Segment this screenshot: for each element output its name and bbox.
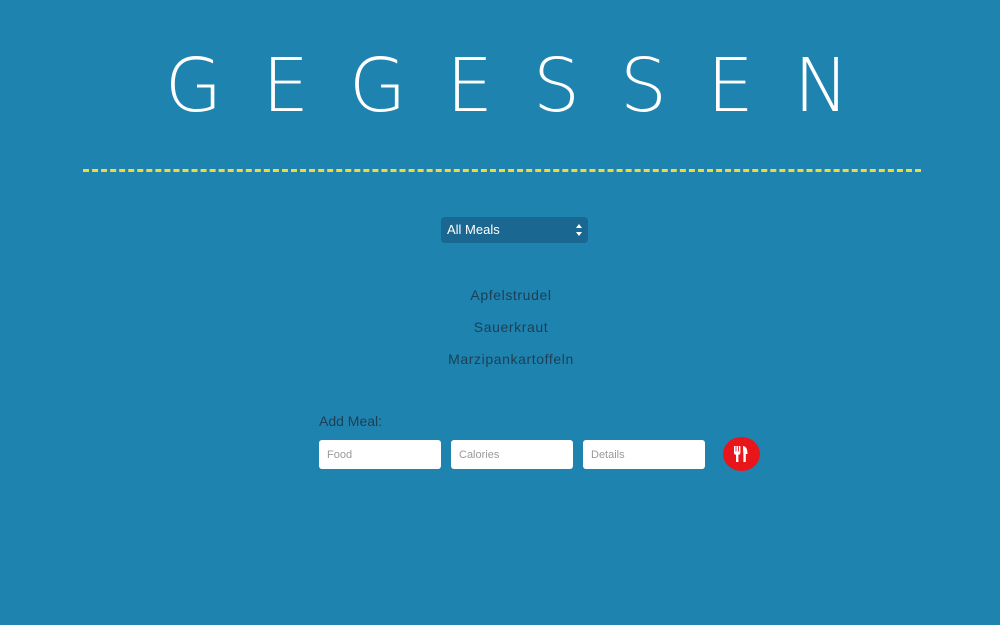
meal-list: Apfelstrudel Sauerkraut Marzipankartoffe… [0, 284, 1000, 380]
food-input[interactable] [319, 440, 441, 469]
fork-knife-icon [734, 446, 748, 462]
app-title: GEGESSEN [164, 43, 890, 129]
meal-filter-value: All Meals [447, 222, 500, 237]
select-arrows-icon [576, 224, 582, 236]
meal-item[interactable]: Apfelstrudel [0, 284, 1000, 316]
meal-filter-select[interactable]: All Meals [441, 217, 588, 243]
dashed-divider [83, 169, 921, 172]
calories-input[interactable] [451, 440, 573, 469]
add-meal-label: Add Meal: [319, 413, 383, 429]
add-meal-button[interactable] [723, 437, 760, 471]
meal-item[interactable]: Sauerkraut [0, 316, 1000, 348]
details-input[interactable] [583, 440, 705, 469]
meal-item[interactable]: Marzipankartoffeln [0, 348, 1000, 380]
